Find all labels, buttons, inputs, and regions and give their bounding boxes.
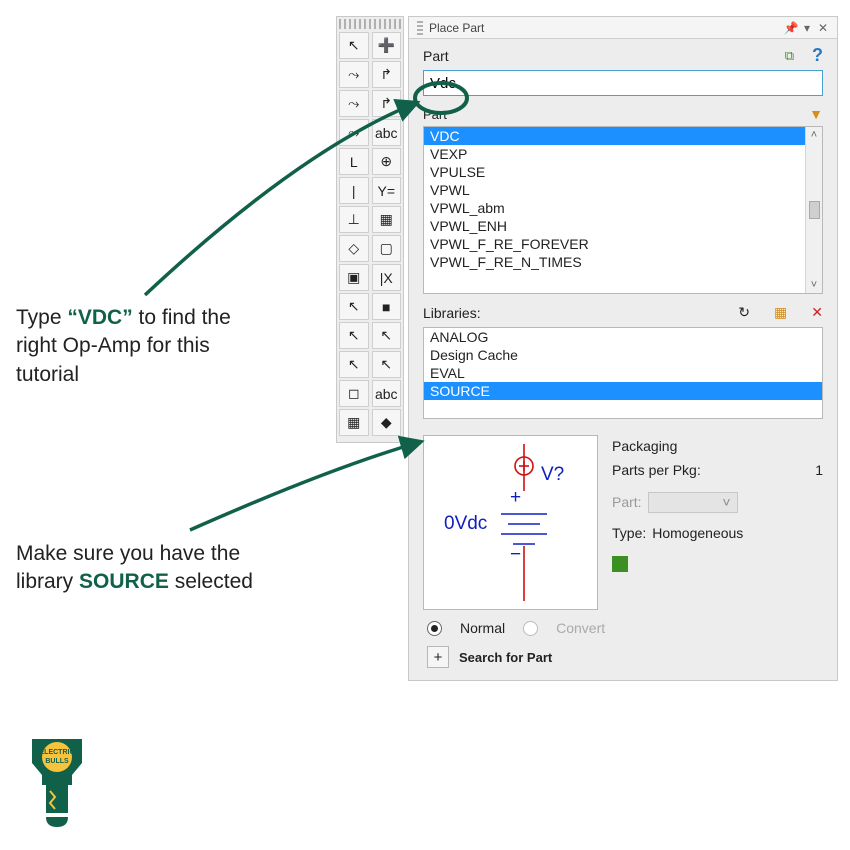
radio-normal-label: Normal (460, 620, 505, 636)
tool-12-0[interactable]: ◻ (339, 380, 369, 407)
annotation-2: Make sure you have the library SOURCE se… (16, 540, 296, 597)
part-item[interactable]: VPWL_F_RE_N_TIMES (424, 253, 805, 271)
pkg-part-label: Part: (612, 491, 642, 515)
minus-sign: − (510, 544, 521, 565)
part-search-input[interactable] (423, 70, 823, 96)
radio-convert-label: Convert (556, 620, 605, 636)
panel-titlebar: Place Part 📌 ▾ ✕ (409, 17, 837, 39)
plus-sign: + (510, 487, 521, 508)
library-item[interactable]: EVAL (424, 364, 822, 382)
libraries-label: Libraries: (423, 305, 481, 321)
library-item[interactable]: Design Cache (424, 346, 822, 364)
tool-1-1[interactable]: ↱ (372, 61, 402, 88)
tool-3-1[interactable]: abc (372, 119, 402, 146)
place-part-panel: Place Part 📌 ▾ ✕ Part ⧉ ? Part ▼ VDCVEXP… (408, 16, 838, 681)
scroll-up-icon[interactable]: ˄ (811, 129, 817, 141)
part-item[interactable]: VPWL_ENH (424, 217, 805, 235)
tool-11-1[interactable]: ↖ (372, 351, 402, 378)
radio-normal[interactable] (427, 621, 442, 636)
part-item[interactable]: VEXP (424, 145, 805, 163)
tool-2-0[interactable]: ⤳ (339, 90, 369, 117)
tool-9-0[interactable]: ↖ (339, 293, 369, 320)
library-item[interactable]: ANALOG (424, 328, 822, 346)
tool-9-1[interactable]: ■ (372, 293, 402, 320)
svg-text:ELECTRIC: ELECTRIC (40, 749, 75, 756)
tool-11-0[interactable]: ↖ (339, 351, 369, 378)
tool-5-1[interactable]: Y= (372, 177, 402, 204)
tool-7-0[interactable]: ◇ (339, 235, 369, 262)
part-item[interactable]: VPWL_F_RE_FOREVER (424, 235, 805, 253)
tool-5-0[interactable]: | (339, 177, 369, 204)
tool-6-1[interactable]: ▦ (372, 206, 402, 233)
type-label: Type: (612, 522, 646, 546)
tool-12-1[interactable]: abc (372, 380, 402, 407)
type-value: Homogeneous (652, 522, 743, 546)
pin-icon[interactable]: 📌 (783, 21, 799, 35)
expand-search-button[interactable]: + (427, 646, 449, 668)
tool-10-0[interactable]: ↖ (339, 322, 369, 349)
scroll-thumb[interactable] (809, 201, 820, 219)
toolbar-palette: ↖➕⤳↱⤳↱⤳abcL⊕|Y=⊥▦◇▢▣|X↖■↖↖↖↖◻abc▦◆ (336, 16, 404, 443)
annotation-1: Type “VDC” to find the right Op-Amp for … (16, 304, 266, 389)
part-item[interactable]: VPULSE (424, 163, 805, 181)
tool-8-0[interactable]: ▣ (339, 264, 369, 291)
electric-bulls-logo: ELECTRIC BULLS (22, 735, 92, 830)
radio-convert[interactable] (523, 621, 538, 636)
tool-13-1[interactable]: ◆ (372, 409, 402, 436)
svg-text:BULLS: BULLS (45, 758, 69, 765)
refresh-icon[interactable]: ↻ (738, 304, 750, 321)
tool-13-0[interactable]: ▦ (339, 409, 369, 436)
preview-refdes: V? (541, 464, 564, 485)
toolbar-grip[interactable] (339, 19, 401, 29)
part-input-label: Part (423, 48, 449, 64)
tool-2-1[interactable]: ↱ (372, 90, 402, 117)
chip-icon[interactable] (612, 556, 628, 572)
part-item[interactable]: VPWL (424, 181, 805, 199)
close-icon[interactable]: ✕ (815, 21, 831, 35)
tool-4-1[interactable]: ⊕ (372, 148, 402, 175)
parts-listbox[interactable]: VDCVEXPVPULSEVPWLVPWL_abmVPWL_ENHVPWL_F_… (423, 126, 823, 294)
part-preview: V? + − 0Vdc (423, 435, 598, 610)
part-item[interactable]: VDC (424, 127, 805, 145)
tool-4-0[interactable]: L (339, 148, 369, 175)
add-library-icon[interactable]: ▦ (774, 304, 787, 321)
tool-6-0[interactable]: ⊥ (339, 206, 369, 233)
dropdown-icon[interactable]: ▾ (799, 21, 815, 35)
scroll-down-icon[interactable]: ˅ (811, 279, 817, 291)
panel-title: Place Part (429, 21, 783, 35)
tool-1-0[interactable]: ⤳ (339, 61, 369, 88)
remove-library-icon[interactable]: ✕ (811, 304, 823, 321)
filter-icon[interactable]: ▼ (809, 106, 823, 122)
panel-grip[interactable] (417, 21, 423, 35)
add-part-icon[interactable]: ⧉ (785, 48, 794, 64)
scrollbar[interactable]: ˄ ˅ (805, 127, 822, 293)
packaging-info: Packaging Parts per Pkg: 1 Part: ˅ Type:… (612, 435, 823, 610)
preview-value: 0Vdc (444, 513, 487, 534)
tool-0-1[interactable]: ➕ (372, 32, 402, 59)
help-icon[interactable]: ? (812, 45, 823, 66)
part-list-label: Part (423, 107, 447, 122)
tool-0-0[interactable]: ↖ (339, 32, 369, 59)
search-part-label: Search for Part (459, 650, 552, 665)
tool-10-1[interactable]: ↖ (372, 322, 402, 349)
tool-8-1[interactable]: |X (372, 264, 402, 291)
part-item[interactable]: VPWL_abm (424, 199, 805, 217)
library-item[interactable]: SOURCE (424, 382, 822, 400)
ppp-value: 1 (815, 459, 823, 483)
pkg-part-dropdown[interactable]: ˅ (648, 492, 738, 513)
libraries-listbox[interactable]: ANALOGDesign CacheEVALSOURCE (423, 327, 823, 419)
ppp-label: Parts per Pkg: (612, 459, 701, 483)
tool-3-0[interactable]: ⤳ (339, 119, 369, 146)
tool-7-1[interactable]: ▢ (372, 235, 402, 262)
packaging-title: Packaging (612, 435, 823, 459)
